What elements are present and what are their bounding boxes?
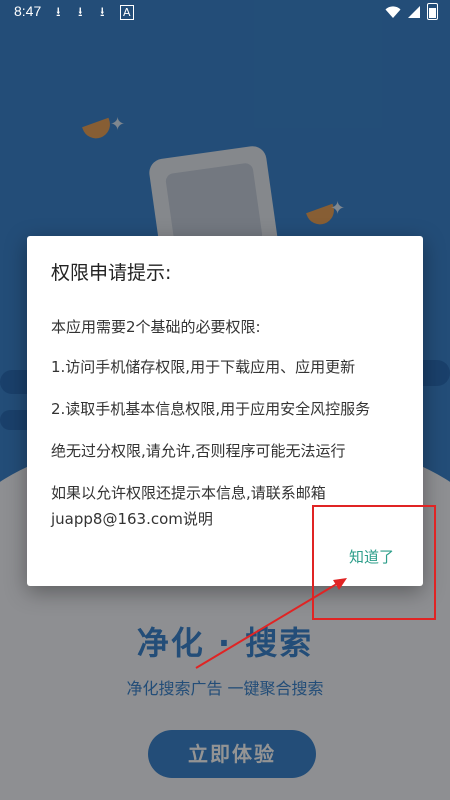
download-icon: ⭳	[56, 5, 61, 20]
screen: ✦ ✦ 净化 · 搜索 净化搜索广告 一键聚合搜索 立即体验 8:47 ⭳ ⭳ …	[0, 0, 450, 800]
dialog-text-line: 如果以允许权限还提示本信息,请联系邮箱	[51, 484, 326, 502]
signal-icon	[408, 5, 420, 18]
dialog-text-line: juapp8@163.com说明	[51, 510, 213, 528]
dialog-title: 权限申请提示:	[51, 262, 172, 284]
dialog-text-line: 1.访问手机储存权限,用于下载应用、应用更新	[51, 358, 356, 376]
download-icon: ⭳	[100, 5, 105, 20]
status-bar: 8:47 ⭳ ⭳ ⭳ A	[0, 0, 450, 24]
download-icon: ⭳	[78, 5, 83, 20]
battery-icon	[427, 3, 438, 20]
wifi-icon	[385, 5, 401, 18]
status-time: 8:47	[14, 3, 42, 19]
dialog-text-line: 绝无过分权限,请允许,否则程序可能无法运行	[51, 442, 346, 460]
notification-a-icon: A	[120, 5, 134, 20]
dialog-text-line: 本应用需要2个基础的必要权限:	[51, 318, 261, 336]
dialog-text-line: 2.读取手机基本信息权限,用于应用安全风控服务	[51, 400, 371, 418]
annotation-highlight-box	[312, 505, 436, 620]
